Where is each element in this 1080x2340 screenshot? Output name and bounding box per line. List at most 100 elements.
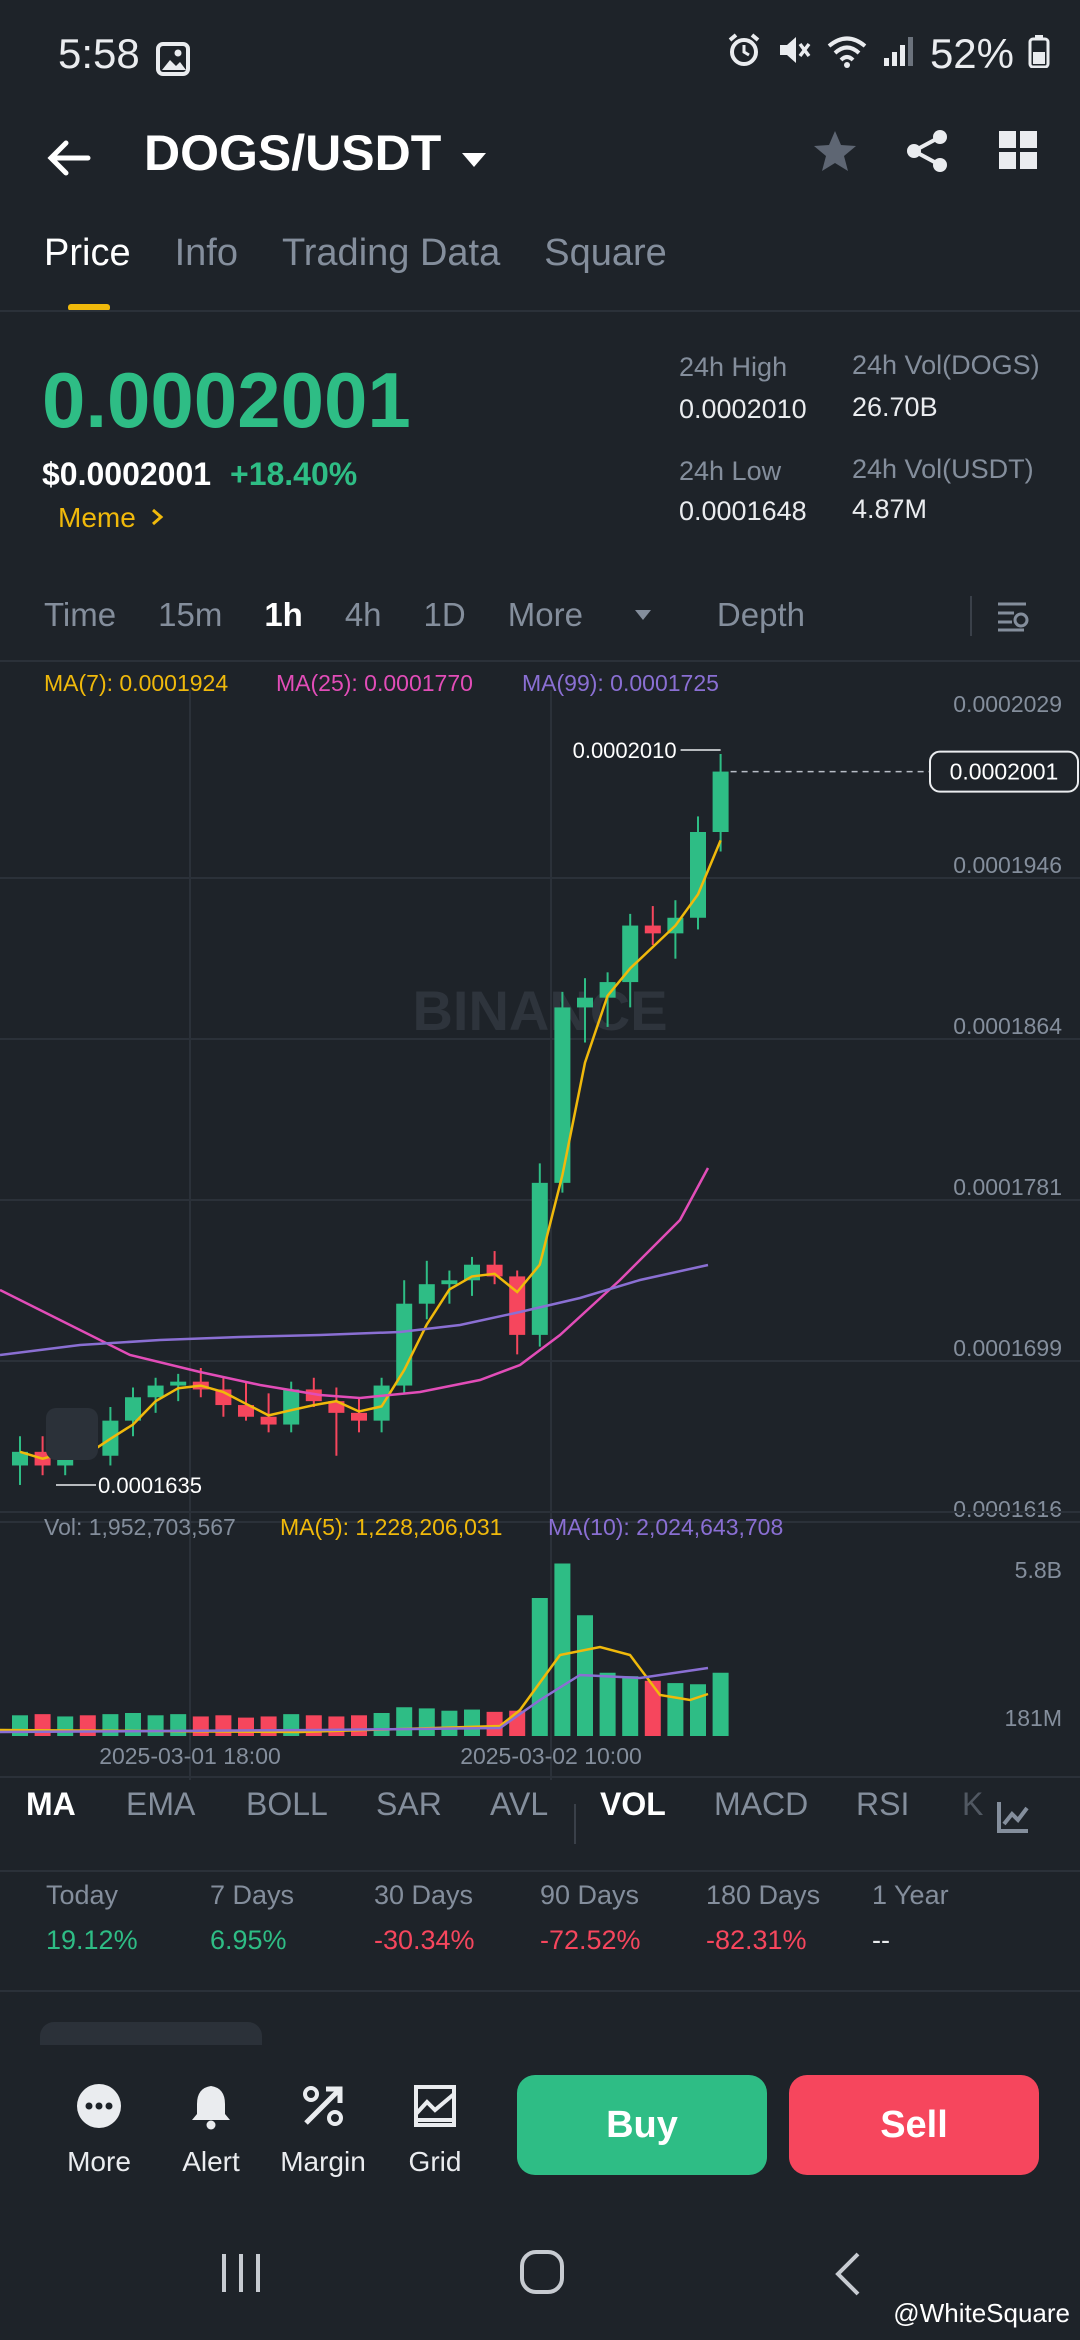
vol-quote-label: 24h Vol(USDT) (852, 454, 1034, 484)
sell-button[interactable]: Sell (789, 2075, 1039, 2175)
candle-down (351, 1412, 367, 1421)
tf-more[interactable]: More (508, 596, 653, 634)
perf-1y: 1 Year -- (872, 1880, 949, 1956)
perf-value: 6.95% (210, 1925, 287, 1955)
wifi-icon (826, 30, 868, 78)
meme-tag[interactable]: Meme (58, 502, 164, 534)
dropdown-caret-icon (459, 124, 489, 182)
mute-icon (776, 30, 812, 78)
more-action[interactable]: More (44, 2080, 154, 2178)
star-icon[interactable] (812, 128, 858, 179)
bell-icon (156, 2080, 266, 2132)
pair-selector[interactable]: DOGS/USDT (144, 124, 489, 182)
volume-bar (667, 1683, 684, 1736)
ind-k[interactable]: K (962, 1786, 983, 1823)
perf-90d: 90 Days -72.52% (540, 1880, 641, 1956)
ind-separator (574, 1804, 576, 1844)
battery-icon (1028, 30, 1050, 78)
perf-label: Today (46, 1880, 119, 1910)
candle-up (464, 1264, 480, 1281)
volume-bar (102, 1714, 119, 1736)
vol-base-value: 26.70B (852, 392, 938, 422)
volume-bar (373, 1713, 390, 1736)
candle-up (396, 1303, 413, 1386)
perf-label: 1 Year (872, 1880, 949, 1910)
tab-price[interactable]: Price (44, 232, 131, 311)
tf-15m[interactable]: 15m (158, 596, 222, 634)
volume-bar (464, 1709, 480, 1736)
buy-button[interactable]: Buy (517, 2075, 767, 2175)
alert-action[interactable]: Alert (156, 2080, 266, 2178)
ind-sar[interactable]: SAR (376, 1786, 442, 1823)
battery-text: 52% (929, 30, 1014, 77)
indicator-settings-icon[interactable] (994, 1798, 1032, 1844)
current-price-label: 0.0002001 (950, 759, 1059, 785)
candle-up (418, 1284, 435, 1304)
tabs-divider (0, 310, 1080, 312)
volume-bar (147, 1715, 164, 1736)
status-indicators: 52% (726, 30, 1050, 78)
candle-up (690, 832, 706, 918)
volume-bar (57, 1716, 74, 1736)
ind-boll[interactable]: BOLL (246, 1786, 328, 1823)
margin-action[interactable]: Margin (268, 2080, 378, 2178)
price-axis-label: 0.0001616 (953, 1496, 1062, 1522)
tab-trading-data[interactable]: Trading Data (282, 232, 500, 275)
back-nav-icon[interactable] (830, 2250, 864, 2303)
alarm-icon (726, 30, 762, 78)
expand-chart-icon (46, 1408, 98, 1460)
price-axis-label: 0.0001781 (953, 1174, 1062, 1200)
perf-value: -- (872, 1925, 890, 1955)
candle-down (644, 925, 661, 934)
grid-action[interactable]: Grid (380, 2080, 490, 2178)
tab-info[interactable]: Info (175, 232, 238, 275)
tf-time[interactable]: Time (44, 596, 116, 634)
perf-label: 30 Days (374, 1880, 474, 1910)
back-arrow-icon[interactable] (40, 128, 100, 188)
volume-bar (531, 1598, 548, 1736)
tf-1d[interactable]: 1D (424, 596, 466, 634)
volume-bar (418, 1708, 435, 1736)
ma7-line (19, 839, 722, 1461)
volume-bar (554, 1563, 571, 1736)
ind-macd[interactable]: MACD (714, 1786, 808, 1823)
tf-4h[interactable]: 4h (345, 596, 382, 634)
price-change: +18.40% (230, 456, 358, 492)
ind-vol[interactable]: VOL (600, 1786, 666, 1823)
chart-settings-icon[interactable] (994, 598, 1030, 639)
ind-avl[interactable]: AVL (490, 1786, 548, 1823)
tf-depth[interactable]: Depth (717, 596, 805, 634)
volume-axis-label: 181M (1004, 1705, 1062, 1731)
volume-axis-label: 5.8B (1015, 1557, 1062, 1583)
ind-ema[interactable]: EMA (126, 1786, 195, 1823)
price-axis-label: 0.0001864 (953, 1013, 1062, 1039)
volume-bar (690, 1684, 706, 1736)
ma25-line (0, 1167, 710, 1400)
candle-up (531, 1182, 548, 1335)
price-chart[interactable]: 0.0002029 0.0001946 0.0001864 0.0001781 0.00… (0, 690, 1080, 1790)
header-actions (812, 128, 1040, 179)
home-icon[interactable] (518, 2248, 566, 2301)
tf-separator (970, 596, 972, 636)
candle-up (712, 771, 729, 832)
grid-bot-icon (380, 2080, 490, 2132)
tab-square[interactable]: Square (544, 232, 667, 275)
high-marker-label: 0.0002010 (573, 738, 677, 763)
vol-quote-value: 4.87M (852, 494, 928, 524)
volume-bar (125, 1713, 141, 1736)
grid-layout-icon[interactable] (996, 128, 1040, 179)
recent-apps-icon[interactable] (218, 2250, 264, 2301)
volume-bar (215, 1715, 232, 1736)
ind-ma[interactable]: MA (26, 1786, 76, 1823)
candle-up (147, 1385, 164, 1398)
tf-1h[interactable]: 1h (264, 596, 303, 634)
volume-bar (328, 1716, 345, 1736)
ind-rsi[interactable]: RSI (856, 1786, 909, 1823)
volume-bar (486, 1711, 503, 1736)
share-icon[interactable] (904, 128, 950, 179)
perf-value: -72.52% (540, 1925, 641, 1955)
high-label: 24h High (679, 352, 788, 382)
perf-180d: 180 Days -82.31% (706, 1880, 820, 1956)
time-axis-label: 2025-03-02 10:00 (460, 1743, 642, 1769)
high-value: 0.0002010 (679, 394, 807, 424)
